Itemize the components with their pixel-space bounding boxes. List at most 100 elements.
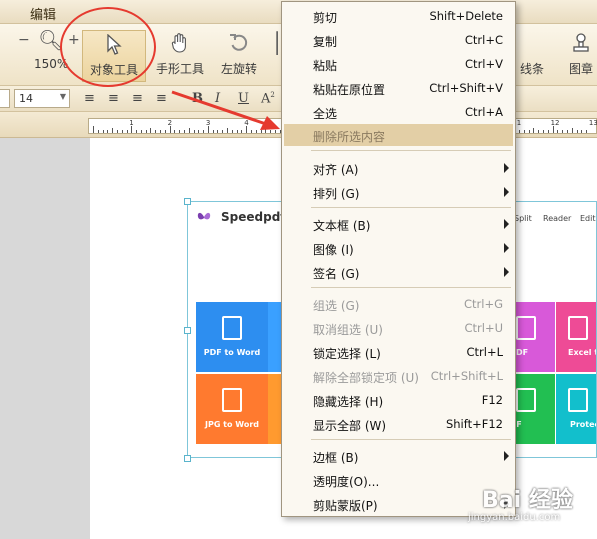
ruler-tick bbox=[533, 128, 535, 133]
menu-edit[interactable]: 编辑 bbox=[30, 4, 56, 23]
font-size-value: 14 bbox=[19, 92, 33, 105]
rotate-left-button[interactable]: 左旋转 bbox=[214, 30, 264, 82]
document-icon bbox=[516, 388, 536, 412]
hand-tool-label: 手形工具 bbox=[155, 62, 204, 76]
align-right-icon[interactable]: ≡ bbox=[132, 91, 143, 106]
menu-item-border[interactable]: 边框 (B) bbox=[284, 445, 513, 467]
document-icon bbox=[568, 316, 588, 340]
resize-handle-middle-left[interactable] bbox=[184, 327, 191, 334]
ruler-tick bbox=[121, 130, 123, 133]
annotation-arrow-icon bbox=[171, 90, 280, 130]
ruler-tick bbox=[547, 130, 549, 133]
submenu-arrow-icon bbox=[504, 219, 509, 229]
menu-item-unlock-all: 解除全部锁定项 (U) Ctrl+Shift+L bbox=[313, 369, 503, 385]
line-tool-button[interactable]: 线条 bbox=[512, 30, 552, 82]
ruler-number: 13 bbox=[588, 119, 597, 127]
ruler-tick bbox=[562, 130, 564, 133]
ruler-number: 1 bbox=[129, 119, 134, 127]
menu-separator bbox=[311, 150, 511, 151]
ruler-tick bbox=[566, 130, 568, 133]
menu-item-show-all[interactable]: 显示全部 (W) Shift+F12 bbox=[284, 413, 513, 435]
document-icon bbox=[516, 316, 536, 340]
ruler-tick bbox=[107, 130, 109, 133]
submenu-arrow-icon bbox=[504, 267, 509, 277]
align-justify-icon[interactable]: ≡ bbox=[156, 91, 167, 106]
font-size-select[interactable]: 14 ▼ bbox=[14, 89, 70, 108]
menu-item-paste[interactable]: 粘贴 Ctrl+V bbox=[284, 53, 513, 75]
stamp-tool-label: 图章 bbox=[568, 62, 593, 76]
ruler-tick bbox=[523, 130, 525, 133]
menu-item-delete-selection[interactable]: 删除所选内容 bbox=[284, 124, 513, 146]
line-icon bbox=[512, 30, 552, 56]
ruler-tick bbox=[552, 126, 554, 133]
ruler-tick bbox=[145, 130, 147, 133]
nav-reader[interactable]: Reader bbox=[543, 214, 571, 223]
ruler-tick bbox=[112, 128, 114, 133]
stamp-icon bbox=[566, 30, 596, 56]
ruler-tick bbox=[581, 130, 583, 133]
menu-item-image[interactable]: 图像 (I) bbox=[284, 237, 513, 259]
submenu-arrow-icon bbox=[504, 163, 509, 173]
ruler-tick bbox=[571, 128, 573, 133]
ruler-tick bbox=[136, 130, 138, 133]
menu-separator bbox=[311, 439, 511, 440]
ruler-tick bbox=[576, 130, 578, 133]
annotation-circle bbox=[60, 7, 156, 87]
menu-item-arrange[interactable]: 排列 (G) bbox=[284, 181, 513, 203]
ruler-tick bbox=[131, 126, 133, 133]
ruler-tick bbox=[116, 130, 118, 133]
submenu-arrow-icon bbox=[504, 187, 509, 197]
submenu-arrow-icon bbox=[504, 451, 509, 461]
menu-separator bbox=[311, 207, 511, 208]
resize-handle-bottom-left[interactable] bbox=[184, 455, 191, 462]
stamp-tool-button[interactable]: 图章 bbox=[566, 30, 596, 82]
menu-item-select-all[interactable]: 全选 Ctrl+A bbox=[284, 101, 513, 123]
ruler-tick bbox=[519, 130, 521, 133]
lock-icon bbox=[568, 388, 588, 412]
menu-item-align[interactable]: 对齐 (A) bbox=[284, 157, 513, 179]
ruler-tick bbox=[160, 130, 162, 133]
tile-partial-1[interactable] bbox=[268, 302, 282, 372]
hand-tool-button[interactable]: 手形工具 bbox=[152, 30, 208, 82]
baidu-jingyan-watermark: Bai 经验 jingyan.baidu.com bbox=[462, 478, 592, 536]
submenu-arrow-icon bbox=[504, 243, 509, 253]
ruler-tick bbox=[102, 130, 104, 133]
rotate-left-label: 左旋转 bbox=[220, 62, 257, 76]
tile-partial-2[interactable] bbox=[268, 374, 282, 444]
ruler-tick bbox=[97, 130, 99, 133]
menu-item-cut[interactable]: 剪切 Shift+Delete bbox=[284, 5, 513, 27]
align-left-icon[interactable]: ≡ bbox=[84, 91, 95, 106]
menu-item-ungroup: 取消组选 (U) Ctrl+U bbox=[313, 321, 503, 337]
menu-item-lock-selection[interactable]: 锁定选择 (L) Ctrl+L bbox=[284, 341, 513, 363]
hand-icon bbox=[152, 30, 208, 56]
nav-edit[interactable]: Edit bbox=[580, 214, 596, 223]
resize-handle-top-left[interactable] bbox=[184, 198, 191, 205]
tile-pdf-to-word[interactable]: PDF to Word bbox=[196, 302, 268, 372]
document-icon bbox=[222, 316, 242, 340]
menu-item-textbox[interactable]: 文本框 (B) bbox=[284, 213, 513, 235]
brand-name: Speedpdf bbox=[221, 210, 286, 224]
watermark-subtext: jingyan.baidu.com bbox=[468, 512, 561, 523]
ruler-tick bbox=[126, 130, 128, 133]
align-center-icon[interactable]: ≡ bbox=[108, 91, 119, 106]
context-menu: 剪切 Shift+Delete 复制 Ctrl+C 粘贴 Ctrl+V 粘贴在原位置 C… bbox=[281, 1, 516, 517]
tile-protect[interactable]: Protect bbox=[556, 374, 596, 444]
tile-label: Protect bbox=[570, 420, 596, 429]
tile-excel-to[interactable]: Excel to bbox=[556, 302, 596, 372]
ruler-tick bbox=[586, 130, 588, 133]
font-family-select-stub[interactable] bbox=[0, 89, 10, 108]
menu-item-signature[interactable]: 签名 (G) bbox=[284, 261, 513, 283]
ruler-tick bbox=[538, 130, 540, 133]
tile-jpg-to-word[interactable]: JPG to Word bbox=[196, 374, 268, 444]
nav-split[interactable]: Split bbox=[514, 214, 532, 223]
menu-separator bbox=[311, 287, 511, 288]
chevron-down-icon: ▼ bbox=[59, 92, 66, 101]
menu-item-group: 组选 (G) Ctrl+G bbox=[313, 297, 503, 313]
butterfly-logo-icon bbox=[197, 212, 211, 220]
menu-item-copy[interactable]: 复制 Ctrl+C bbox=[284, 29, 513, 51]
menu-item-hide-selection[interactable]: 隐藏选择 (H) F12 bbox=[284, 389, 513, 411]
tile-label: Excel to bbox=[568, 348, 596, 357]
ruler-tick bbox=[557, 130, 559, 133]
menu-item-paste-in-place[interactable]: 粘贴在原位置 Ctrl+Shift+V bbox=[284, 77, 513, 99]
zoom-out-button[interactable]: − bbox=[18, 32, 30, 48]
